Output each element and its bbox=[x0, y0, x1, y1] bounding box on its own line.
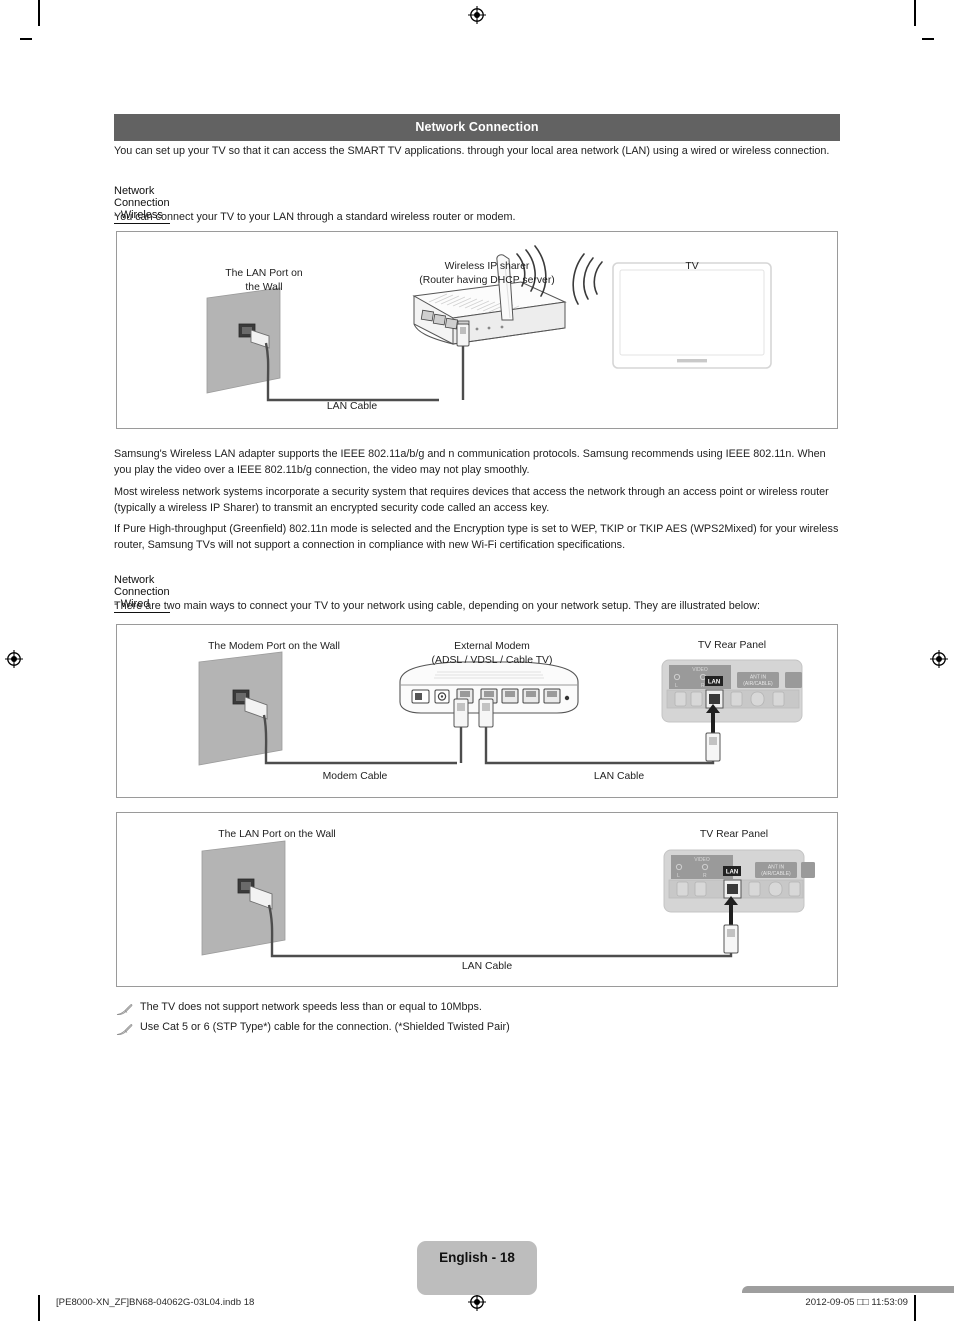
section-intro-text: You can set up your TV so that it can ac… bbox=[114, 145, 830, 157]
crop-mark-top-right-vertical bbox=[914, 0, 916, 26]
note-text: The TV does not support network speeds l… bbox=[140, 1001, 482, 1013]
pencil-note-icon bbox=[116, 1003, 133, 1016]
crop-mark-bottom-right-vertical bbox=[914, 1295, 916, 1321]
modem-cable-path bbox=[262, 714, 457, 765]
page-number-box: English - 18 bbox=[417, 1241, 537, 1295]
wireless-paragraph-2: Most wireless network systems incorporat… bbox=[114, 486, 829, 515]
video-label-text: VIDEO bbox=[694, 857, 710, 863]
ant-in-label-line1: ANT IN bbox=[768, 865, 785, 871]
note-item-2: Use Cat 5 or 6 (STP Type*) cable for the… bbox=[116, 1021, 510, 1036]
registration-mark-left bbox=[5, 650, 23, 668]
tv-brand-logo bbox=[677, 359, 707, 363]
note-item-1: The TV does not support network speeds l… bbox=[116, 1001, 482, 1016]
footer-file-reference: [PE8000-XN_ZF]BN68-04062G-03L04.indb 18 bbox=[56, 1297, 255, 1308]
label-tv: TV bbox=[685, 261, 699, 272]
section-header-bar: Network Connection bbox=[114, 114, 840, 141]
video-label-text: VIDEO bbox=[692, 667, 708, 673]
note-text: Use Cat 5 or 6 (STP Type*) cable for the… bbox=[140, 1021, 510, 1033]
label-tv-rear-panel-modem: TV Rear Panel bbox=[697, 640, 767, 651]
label-lan-cable-wireless: LAN Cable bbox=[326, 401, 378, 412]
page-number-label: English - 18 bbox=[439, 1250, 515, 1265]
svg-text:R: R bbox=[701, 683, 705, 689]
lan-label-text: LAN bbox=[726, 870, 738, 876]
registration-mark-top bbox=[468, 6, 486, 24]
label-lan-cable-modem: LAN Cable bbox=[593, 771, 645, 782]
figure-wireless-connection: The LAN Port on the Wall Wireless IP sha… bbox=[116, 231, 838, 429]
label-tv-rear-panel-lan: TV Rear Panel bbox=[699, 829, 769, 840]
section-title: Network Connection bbox=[415, 120, 539, 134]
wireless-paragraph-1: Samsung's Wireless LAN adapter supports … bbox=[114, 448, 826, 477]
figure-wired-lan-connection: VIDEO L R LAN ANT IN (AIR/CABLE) The LAN… bbox=[116, 812, 838, 987]
figure-wired-modem-connection: VIDEO L R LAN ANT IN (AIR/CABLE) The Mod bbox=[116, 624, 838, 798]
label-lan-port-wall: The LAN Port on the Wall bbox=[218, 829, 336, 840]
label-external-modem: External Modem (ADSL / VDSL / Cable TV) bbox=[431, 641, 553, 666]
crop-mark-top-left-vertical bbox=[38, 0, 40, 26]
registration-mark-right bbox=[930, 650, 948, 668]
svg-text:R: R bbox=[703, 873, 707, 879]
lan-label-text: LAN bbox=[708, 680, 720, 686]
crop-mark-bottom-left-vertical bbox=[38, 1295, 40, 1321]
crop-mark-top-left-horizontal bbox=[20, 38, 32, 40]
ant-in-label-line2: (AIR/CABLE) bbox=[761, 871, 791, 877]
label-modem-port-wall: The Modem Port on the Wall bbox=[208, 641, 340, 652]
label-modem-cable: Modem Cable bbox=[322, 771, 388, 782]
wired-lead-text: There are two main ways to connect your … bbox=[114, 600, 760, 612]
crop-mark-top-right-horizontal bbox=[922, 38, 934, 40]
footer-timestamp: 2012-09-05 □□ 11:53:09 bbox=[805, 1297, 908, 1308]
lan-cable-path bbox=[264, 342, 439, 402]
lan-cable-path bbox=[484, 727, 715, 765]
svg-text:L: L bbox=[675, 683, 678, 689]
footer-gray-tab bbox=[742, 1286, 954, 1293]
label-lan-cable-direct: LAN Cable bbox=[461, 961, 513, 972]
ant-in-label-line1: ANT IN bbox=[750, 675, 767, 681]
label-wireless-ip-sharer: Wireless IP sharer (Router having DHCP s… bbox=[419, 261, 555, 286]
label-wall-lan-port: The LAN Port on the Wall bbox=[225, 268, 303, 293]
wall-surface bbox=[198, 651, 283, 766]
wireless-lead-text: You can connect your TV to your LAN thro… bbox=[114, 211, 516, 223]
pencil-note-icon bbox=[116, 1023, 133, 1036]
svg-text:L: L bbox=[677, 873, 680, 879]
lan-cable-path bbox=[267, 904, 733, 958]
wireless-paragraph-3: If Pure High-throughput (Greenfield) 802… bbox=[114, 523, 839, 552]
ant-in-label-line2: (AIR/CABLE) bbox=[743, 681, 773, 687]
registration-mark-bottom bbox=[468, 1293, 486, 1311]
